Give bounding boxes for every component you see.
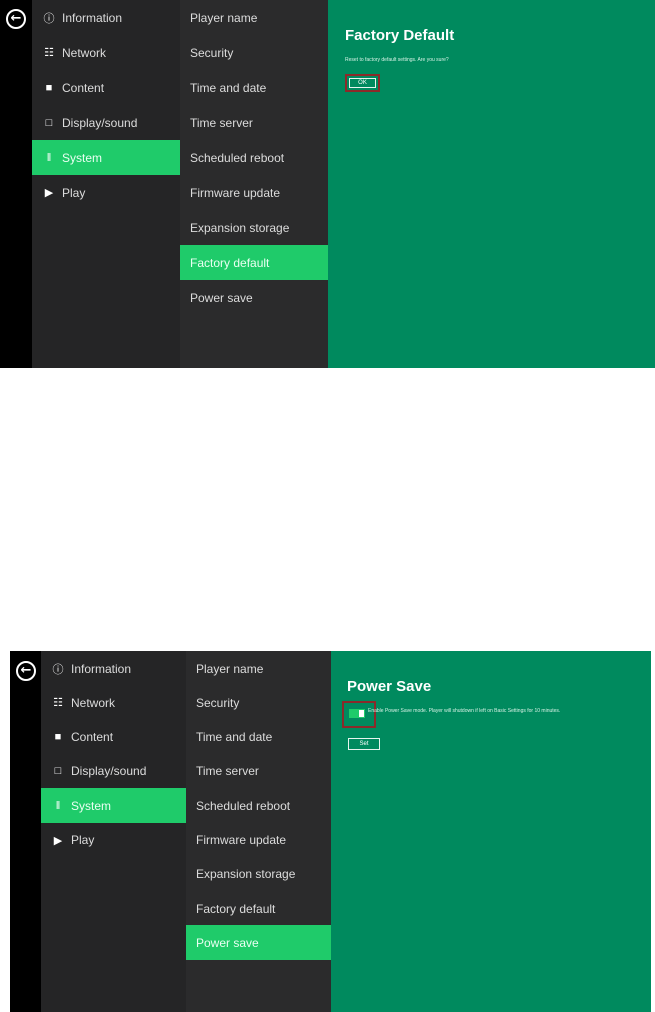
submenu-item-scheduled-reboot[interactable]: Scheduled reboot <box>186 788 331 823</box>
description-text: Reset to factory default settings. Are y… <box>345 57 449 63</box>
system-icon: ‖ <box>55 799 61 812</box>
category-item-content[interactable]: ■ Content <box>32 70 180 105</box>
screenshot-power-save: ← ⓘ Information ☷ Network ■ Content □ Display/s… <box>10 651 651 1012</box>
category-label: Play <box>62 185 86 200</box>
submenu-item-power-save[interactable]: Power save <box>186 925 331 961</box>
info-icon: ⓘ <box>52 663 64 676</box>
play-icon: ▶ <box>44 187 54 199</box>
submenu-label: Factory default <box>190 255 270 270</box>
submenu-label: Expansion storage <box>196 867 296 882</box>
submenu-item-time-and-date[interactable]: Time and date <box>186 720 331 755</box>
submenu-item-time-server[interactable]: Time server <box>180 105 328 140</box>
submenu-label: Time and date <box>190 80 267 95</box>
ok-button[interactable]: OK <box>349 78 376 88</box>
submenu-label: Security <box>196 695 240 710</box>
submenu-label: Factory default <box>196 901 276 916</box>
system-submenu: Player name Security Time and date Time ser… <box>186 651 331 1012</box>
category-label: Content <box>71 730 114 745</box>
submenu-label: Player name <box>190 10 258 25</box>
display-icon: □ <box>54 765 62 778</box>
category-label: System <box>62 150 103 165</box>
submenu-item-time-and-date[interactable]: Time and date <box>180 70 328 105</box>
info-icon: ⓘ <box>43 12 55 25</box>
category-item-system[interactable]: ‖ System <box>32 140 180 175</box>
submenu-item-scheduled-reboot[interactable]: Scheduled reboot <box>180 140 328 175</box>
submenu-item-security[interactable]: Security <box>186 685 331 720</box>
submenu-label: Firmware update <box>196 833 287 847</box>
content-icon: ■ <box>45 81 53 94</box>
category-label: Information <box>71 661 132 676</box>
system-submenu: Player name Security Time and date Time ser… <box>180 0 328 368</box>
category-label: Display/sound <box>71 764 147 779</box>
category-item-system[interactable]: ‖ System <box>41 788 186 824</box>
submenu-item-power-save[interactable]: Power save <box>180 280 328 315</box>
submenu-item-firmware-update[interactable]: Firmware update <box>186 823 331 858</box>
category-item-play[interactable]: ▶ Play <box>41 823 186 858</box>
category-menu: ⓘ Information ☷ Network ■ Content □ Display/sou… <box>41 651 186 1012</box>
category-label: System <box>71 798 112 813</box>
submenu-item-time-server[interactable]: Time server <box>186 754 331 789</box>
submenu-label: Security <box>190 45 234 60</box>
submenu-item-factory-default[interactable]: Factory default <box>180 245 328 280</box>
submenu-label: Power save <box>190 290 253 305</box>
submenu-label: Expansion storage <box>190 220 290 235</box>
back-arrow-icon[interactable]: ← <box>6 9 26 29</box>
play-icon: ▶ <box>53 834 63 847</box>
submenu-item-player-name[interactable]: Player name <box>180 0 328 35</box>
category-label: Information <box>62 10 123 25</box>
submenu-item-player-name[interactable]: Player name <box>186 651 331 686</box>
page-title: Factory Default <box>345 27 455 44</box>
category-item-information[interactable]: ⓘ Information <box>41 651 186 686</box>
content-icon: ■ <box>54 731 62 744</box>
category-label: Network <box>62 45 107 60</box>
submenu-item-factory-default[interactable]: Factory default <box>186 891 331 926</box>
category-item-play[interactable]: ▶ Play <box>32 175 180 210</box>
submenu-item-expansion-storage[interactable]: Expansion storage <box>186 857 331 892</box>
category-menu: ⓘ Information ☷ Network ■ Content □ Display/sou… <box>32 0 180 368</box>
category-label: Play <box>71 833 95 847</box>
category-item-network[interactable]: ☷ Network <box>41 685 186 720</box>
submenu-label: Player name <box>196 661 264 676</box>
submenu-label: Scheduled reboot <box>196 798 291 813</box>
back-arrow-icon[interactable]: ← <box>16 661 36 681</box>
network-icon: ☷ <box>53 697 63 710</box>
category-item-network[interactable]: ☷ Network <box>32 35 180 70</box>
page-title: Power Save <box>347 678 432 695</box>
network-icon: ☷ <box>44 47 54 59</box>
category-item-information[interactable]: ⓘ Information <box>32 0 180 35</box>
description-text: Enable Power Save mode. Player will shut… <box>368 708 561 714</box>
submenu-label: Scheduled reboot <box>190 150 285 165</box>
left-rail: ← <box>0 0 32 368</box>
left-rail: ← <box>10 651 41 1012</box>
submenu-label: Firmware update <box>190 185 281 200</box>
system-icon: ‖ <box>46 151 52 164</box>
submenu-item-security[interactable]: Security <box>180 35 328 70</box>
submenu-item-expansion-storage[interactable]: Expansion storage <box>180 210 328 245</box>
category-label: Display/sound <box>62 115 138 130</box>
category-item-display-sound[interactable]: □ Display/sound <box>32 105 180 140</box>
category-item-display-sound[interactable]: □ Display/sound <box>41 754 186 789</box>
submenu-label: Power save <box>196 935 259 950</box>
submenu-label: Time server <box>196 764 259 779</box>
submenu-label: Time server <box>190 115 253 130</box>
category-label: Network <box>71 695 116 710</box>
submenu-label: Time and date <box>196 730 273 745</box>
screenshot-factory-default: ← ⓘ Information ☷ Network ■ Content □ Display/s… <box>0 0 655 368</box>
content-panel: Power Save Enable Power Save mode. Playe… <box>331 651 651 1012</box>
content-panel: Factory Default Reset to factory default… <box>328 0 655 368</box>
submenu-item-firmware-update[interactable]: Firmware update <box>180 175 328 210</box>
category-item-content[interactable]: ■ Content <box>41 720 186 755</box>
set-button[interactable]: Set <box>348 738 380 750</box>
display-icon: □ <box>45 116 53 129</box>
category-label: Content <box>62 80 105 95</box>
